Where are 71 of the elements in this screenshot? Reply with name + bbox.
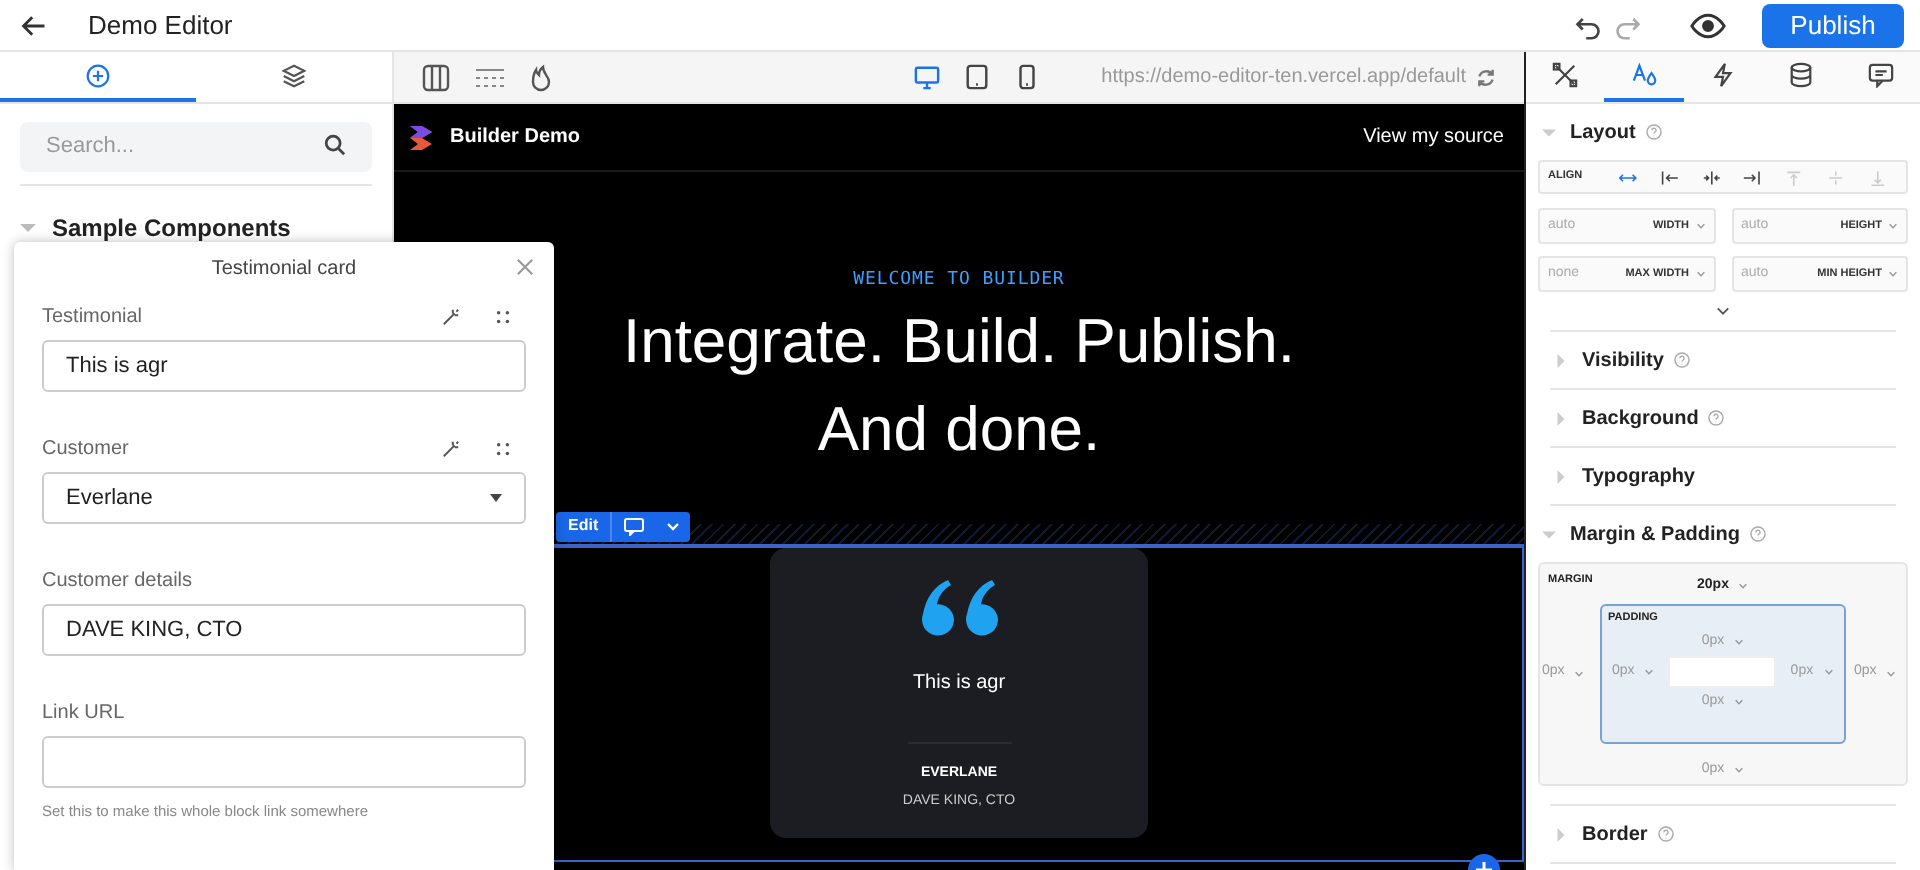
align-stretch-icon[interactable]: [1617, 169, 1638, 185]
testimonial-quote: This is agr: [912, 669, 1006, 697]
flame-icon[interactable]: [530, 63, 552, 91]
caret-icon: [1823, 668, 1834, 676]
editor-title: Demo Editor: [88, 7, 233, 44]
expand-more-icon[interactable]: [1716, 306, 1730, 316]
close-icon[interactable]: [516, 258, 534, 276]
crossed-tools-icon: [1552, 62, 1579, 88]
field-label: Link URL: [42, 699, 127, 727]
headline-text: And done.: [817, 391, 1101, 467]
layers-icon: [282, 63, 306, 87]
section-heading[interactable]: Margin & Padding: [1570, 519, 1740, 549]
section-heading[interactable]: Typography: [1582, 461, 1695, 491]
caret-icon: [1695, 222, 1705, 230]
caret-icon: [1695, 270, 1705, 278]
section-heading[interactable]: Layout: [1570, 117, 1636, 147]
back-arrow-icon[interactable]: [20, 11, 48, 39]
headline-text: Integrate. Build. Publish.: [622, 303, 1296, 379]
caret-icon: [1574, 669, 1585, 677]
section-heading[interactable]: Border: [1582, 819, 1648, 849]
preview-eye-icon[interactable]: [1690, 11, 1726, 39]
edit-button[interactable]: Edit: [556, 511, 613, 541]
customer-dropdown[interactable]: Everlane: [42, 472, 526, 524]
drag-dots-icon[interactable]: [496, 441, 510, 455]
text-input-field[interactable]: [42, 736, 526, 788]
magic-wand-icon[interactable]: [442, 439, 460, 457]
lightning-icon: [1710, 62, 1737, 88]
caret-icon: [1734, 765, 1745, 774]
caret-icon: [1738, 582, 1749, 591]
add-circle-icon: [86, 63, 110, 87]
columns-icon[interactable]: [422, 63, 450, 91]
search-icon: [324, 134, 346, 156]
quote-mark-icon: [917, 577, 1001, 637]
comment-icon[interactable]: [624, 517, 645, 535]
field-label: Testimonial: [42, 303, 145, 331]
caret-icon: [1888, 222, 1898, 230]
preview-url: https://demo-editor-ten.vercel.app/default: [1101, 64, 1466, 92]
phone-icon[interactable]: [1013, 64, 1040, 90]
text-input-field[interactable]: This is agr: [42, 340, 526, 392]
magic-wand-icon[interactable]: [442, 307, 460, 325]
drag-dots-icon[interactable]: [496, 309, 510, 323]
desktop-icon[interactable]: [913, 64, 940, 90]
nav-link[interactable]: View my source: [1363, 122, 1504, 152]
brand-name: Builder Demo: [450, 124, 581, 152]
dotted-lines-icon[interactable]: [474, 67, 506, 87]
tablet-icon[interactable]: [963, 64, 990, 90]
dropdown-caret-icon: [490, 494, 502, 502]
align-left-icon[interactable]: [1659, 169, 1679, 185]
caret-icon: [1734, 637, 1745, 646]
align-right-icon[interactable]: [1742, 169, 1763, 185]
caret-icon: [1644, 668, 1655, 676]
align-center-icon[interactable]: [1701, 169, 1721, 185]
caret-icon: [1734, 698, 1745, 707]
publish-button[interactable]: Publish: [1762, 3, 1904, 47]
section-heading[interactable]: Sample Components: [52, 209, 291, 245]
popover-title: Testimonial card: [211, 255, 357, 283]
caret-icon: [1886, 669, 1897, 677]
caret-icon[interactable]: [666, 521, 681, 531]
text-input-field[interactable]: DAVE KING, CTO: [42, 604, 526, 656]
field-label: Customer details: [42, 567, 195, 595]
search-field[interactable]: Search...: [20, 121, 372, 171]
refresh-icon[interactable]: [1476, 67, 1496, 87]
database-icon: [1788, 62, 1815, 88]
field-label: Customer: [42, 435, 131, 463]
text-style-icon: [1631, 62, 1658, 88]
eyebrow-text: WELCOME TO BUILDER: [853, 268, 1065, 294]
caret-icon: [1888, 270, 1898, 278]
comment-icon: [1867, 62, 1894, 88]
section-heading[interactable]: Visibility: [1582, 345, 1664, 375]
section-heading[interactable]: Background: [1582, 403, 1699, 433]
brand-logo-icon: [410, 125, 432, 149]
